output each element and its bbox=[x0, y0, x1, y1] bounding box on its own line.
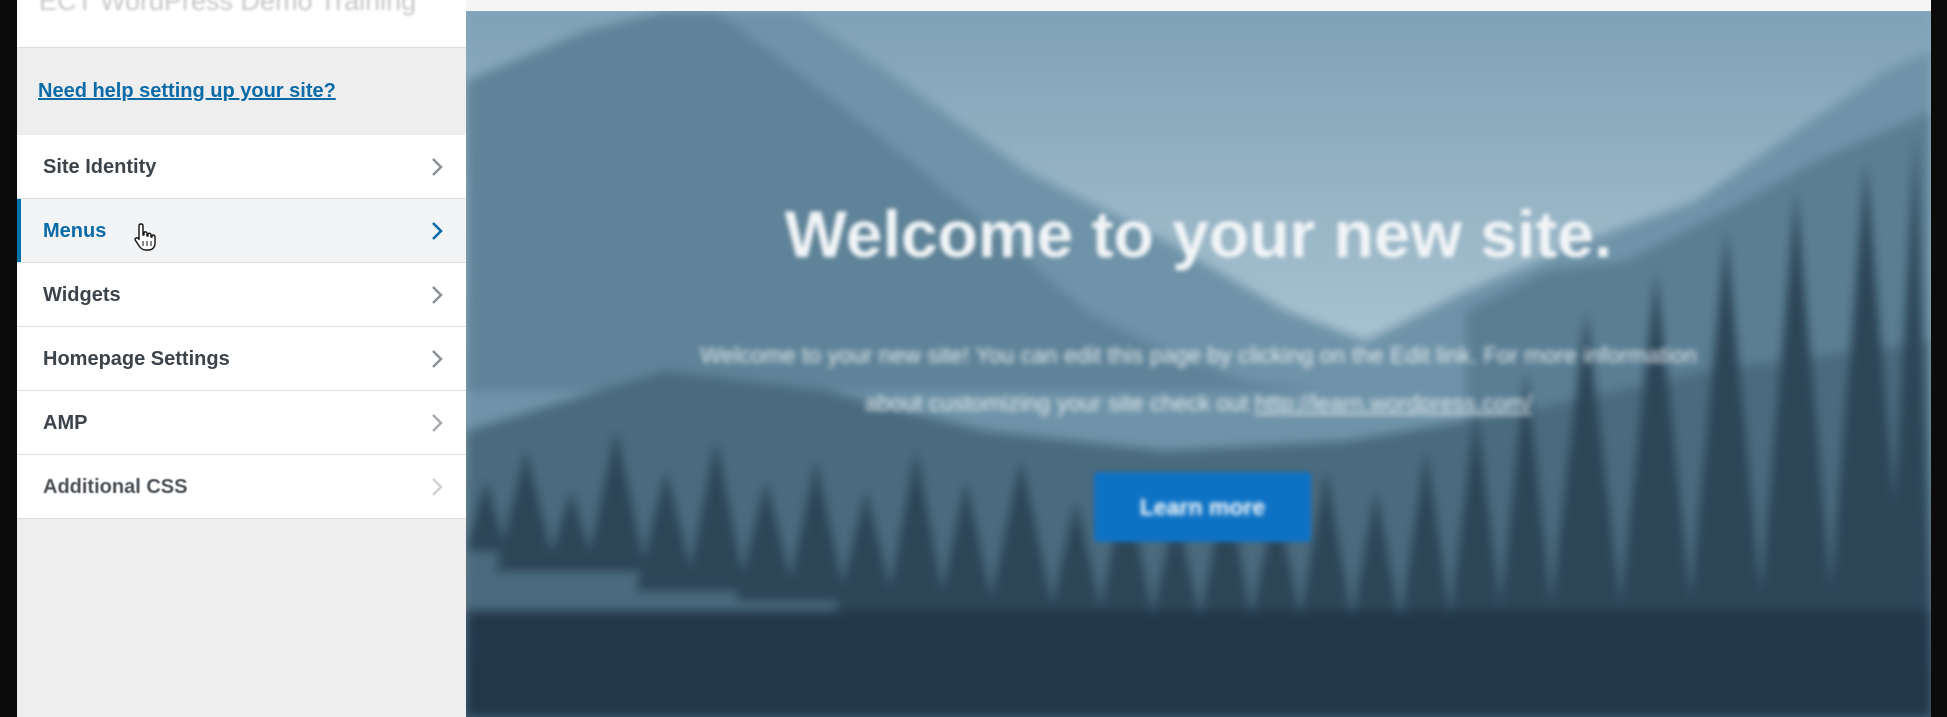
menu-item-label: AMP bbox=[43, 412, 88, 434]
chevron-right-icon bbox=[430, 413, 444, 433]
menu-item-label: Widgets bbox=[43, 284, 121, 306]
site-title: ECT WordPress Demo Training bbox=[39, 0, 417, 16]
hero-text-line-1: Welcome to your new site! You can edit t… bbox=[700, 342, 1697, 368]
learn-more-button[interactable]: Learn more bbox=[1094, 472, 1311, 542]
chevron-right-icon bbox=[430, 221, 444, 241]
menu-item-label: Homepage Settings bbox=[43, 348, 230, 370]
menu-item-label: Menus bbox=[43, 220, 107, 242]
chevron-right-icon bbox=[430, 285, 444, 305]
hero-text-line-2: about customizing your site check out ht… bbox=[566, 379, 1831, 427]
menu-item-homepage-settings[interactable]: Homepage Settings bbox=[17, 327, 466, 391]
hero-description: Welcome to your new site! You can edit t… bbox=[566, 331, 1831, 427]
chevron-right-icon bbox=[430, 477, 444, 497]
site-title-header: ECT WordPress Demo Training bbox=[17, 0, 466, 48]
menu-item-menus[interactable]: Menus bbox=[17, 199, 466, 263]
help-link[interactable]: Need help setting up your site? bbox=[38, 80, 336, 103]
hero-text-prefix: about customizing your site check out bbox=[864, 390, 1255, 416]
menu-item-amp[interactable]: AMP bbox=[17, 391, 466, 455]
menu-item-label: Additional CSS bbox=[43, 476, 188, 498]
learn-wordpress-link[interactable]: http://learn.wordpress.com/ bbox=[1255, 390, 1532, 416]
hand-pointer-icon bbox=[133, 222, 157, 252]
chevron-right-icon bbox=[430, 157, 444, 177]
menu-item-widgets[interactable]: Widgets bbox=[17, 263, 466, 327]
chevron-right-icon bbox=[430, 349, 444, 369]
customizer-menu: Site Identity Menus Widgets Homepage Set… bbox=[17, 135, 466, 519]
menu-item-additional-css[interactable]: Additional CSS bbox=[17, 455, 466, 519]
menu-item-label: Site Identity bbox=[43, 156, 157, 178]
site-preview: Welcome to your new site. Welcome to you… bbox=[466, 11, 1931, 717]
hero-title: Welcome to your new site. bbox=[784, 197, 1613, 271]
menu-item-site-identity[interactable]: Site Identity bbox=[17, 135, 466, 199]
customizer-panel: ECT WordPress Demo Training Need help se… bbox=[17, 0, 467, 717]
preview-top-bar bbox=[466, 0, 1931, 11]
